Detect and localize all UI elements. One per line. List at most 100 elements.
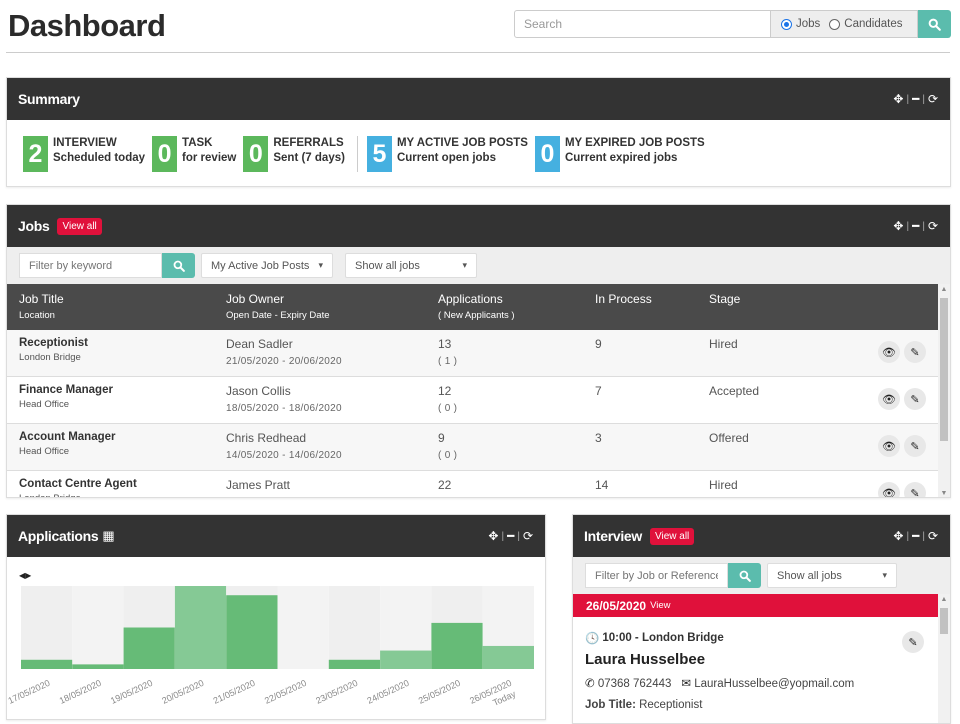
move-icon[interactable]: ✥ [893, 219, 903, 233]
view-button[interactable]: 👁 [878, 388, 900, 410]
header-applications[interactable]: Applications [438, 292, 595, 306]
jobs-view-all-button[interactable]: View all [57, 217, 102, 235]
stat-active-job-posts[interactable]: 5 MY ACTIVE JOB POSTS Current open jobs [366, 136, 528, 172]
table-row[interactable]: Account Manager Head Office Chris Redhead… [7, 424, 938, 471]
calendar-icon[interactable]: ▦ [102, 528, 114, 544]
job-location: London Bridge [19, 352, 81, 363]
table-row[interactable]: Finance Manager Head Office Jason Collis 1… [7, 377, 938, 424]
search-input[interactable] [514, 10, 771, 38]
chart-x-tick-label: 20/05/2020 [160, 678, 205, 706]
view-button[interactable]: 👁 [878, 435, 900, 457]
radio-dot-selected[interactable] [781, 18, 792, 30]
refresh-icon[interactable]: ⟳ [523, 529, 533, 543]
edit-button[interactable]: ✎ [904, 482, 926, 497]
radio-jobs[interactable]: Jobs [781, 18, 820, 30]
chart-bar[interactable] [226, 595, 278, 669]
table-row[interactable]: Receptionist London Bridge Dean Sadler 21/… [7, 330, 938, 377]
chart-x-tick-label: 23/05/2020 [314, 678, 359, 706]
interview-search-button[interactable] [728, 563, 761, 588]
interview-edit-button[interactable]: ✎ [902, 631, 924, 653]
job-stage: Hired [709, 478, 738, 492]
job-dates: 21/05/2020 - 20/06/2020 [226, 356, 342, 367]
summary-title: Summary [18, 91, 80, 107]
candidate-phone[interactable]: 07368 762443 [598, 678, 672, 690]
chart-bar[interactable] [482, 645, 534, 669]
job-title[interactable]: Receptionist [19, 337, 226, 349]
jobs-show-select[interactable]: Show all jobs ▾ [345, 253, 477, 278]
chart-bar[interactable] [21, 659, 73, 669]
job-title[interactable]: Account Manager [19, 431, 226, 443]
chart-x-tick-label: 21/05/2020 [212, 678, 257, 706]
jobs-filter-search-button[interactable] [162, 253, 195, 278]
job-title[interactable]: Finance Manager [19, 384, 226, 396]
eye-icon: 👁 [882, 393, 896, 406]
panel-tools: ✥ | ━ | ⟳ [893, 219, 938, 233]
stat-referrals[interactable]: 0 REFERRALS Sent (7 days) [243, 136, 345, 172]
search-button[interactable] [918, 10, 951, 38]
jobs-title: Jobs [18, 218, 50, 234]
header-job-title[interactable]: Job Title [19, 292, 226, 306]
jobs-table-body: Receptionist London Bridge Dean Sadler 21/… [7, 330, 938, 497]
radio-dot[interactable] [829, 18, 841, 30]
header-job-owner[interactable]: Job Owner [226, 292, 438, 306]
candidate-name[interactable]: Laura Husselbee [585, 651, 926, 668]
jobs-scrollbar[interactable]: ▲ ▼ [938, 284, 950, 497]
refresh-icon[interactable]: ⟳ [928, 92, 938, 106]
scroll-up-arrow[interactable]: ▲ [938, 286, 950, 293]
header-stage[interactable]: Stage [709, 292, 859, 306]
minimize-icon[interactable]: ━ [912, 529, 919, 543]
scroll-up-arrow[interactable]: ▲ [938, 596, 950, 603]
job-owner: Dean Sadler [226, 337, 293, 351]
chart-bar[interactable] [174, 586, 227, 669]
chevron-down-icon: ▾ [462, 260, 467, 270]
chart-bar[interactable] [123, 627, 175, 670]
jobs-header: Jobs View all ✥ | ━ | ⟳ [7, 205, 950, 247]
chart-bar[interactable] [72, 664, 124, 669]
candidate-job-title: Receptionist [639, 699, 703, 711]
stat-label: INTERVIEW [53, 137, 117, 149]
refresh-icon[interactable]: ⟳ [928, 529, 938, 543]
applications-chart: 17/05/2020 18/05/2020 19/05/2020 20/05/2020… [7, 586, 534, 708]
interview-filter-input[interactable] [585, 563, 728, 588]
stat-interview[interactable]: 2 INTERVIEW Scheduled today [23, 136, 145, 172]
move-icon[interactable]: ✥ [893, 92, 903, 106]
edit-button[interactable]: ✎ [904, 341, 926, 363]
header-in-process[interactable]: In Process [595, 292, 709, 306]
chart-column-background [328, 586, 381, 669]
refresh-icon[interactable]: ⟳ [928, 219, 938, 233]
view-button[interactable]: 👁 [878, 482, 900, 497]
stat-label: MY ACTIVE JOB POSTS [396, 137, 528, 149]
scroll-thumb[interactable] [940, 298, 948, 441]
envelope-icon: ✉ [681, 678, 692, 690]
job-title[interactable]: Contact Centre Agent [19, 478, 226, 490]
chart-bar[interactable] [328, 659, 381, 669]
stat-task[interactable]: 0 TASK for review [152, 136, 236, 172]
table-row[interactable]: Contact Centre Agent London Bridge James … [7, 471, 938, 497]
scroll-down-arrow[interactable]: ▼ [938, 490, 950, 497]
chart-bar[interactable] [431, 622, 483, 669]
search-icon [739, 570, 751, 582]
candidate-job-title-row: Job Title: Receptionist [585, 699, 926, 711]
edit-button[interactable]: ✎ [904, 388, 926, 410]
interview-jobs-select[interactable]: Show all jobs ▾ [767, 563, 897, 588]
minimize-icon[interactable]: ━ [912, 219, 919, 233]
interview-time-location: 10:00 - London Bridge [602, 632, 724, 644]
move-icon[interactable]: ✥ [488, 529, 498, 543]
interview-scrollbar[interactable]: ▲ [938, 594, 950, 723]
move-icon[interactable]: ✥ [893, 529, 903, 543]
minimize-icon[interactable]: ━ [507, 529, 514, 543]
candidate-email[interactable]: LauraHusselbee@yopmail.com [694, 678, 854, 690]
minimize-icon[interactable]: ━ [912, 92, 919, 106]
interview-date-view-link[interactable]: View [650, 600, 670, 611]
job-in-process: 14 [595, 478, 609, 492]
stat-sub: Sent (7 days) [273, 152, 345, 164]
jobs-keyword-filter[interactable] [19, 253, 162, 278]
edit-button[interactable]: ✎ [904, 435, 926, 457]
scroll-thumb[interactable] [940, 608, 948, 634]
stat-expired-job-posts[interactable]: 0 MY EXPIRED JOB POSTS Current expired jo… [534, 136, 705, 172]
jobs-posts-select[interactable]: My Active Job Posts ▾ [201, 253, 333, 278]
chart-bar[interactable] [380, 650, 432, 669]
view-button[interactable]: 👁 [878, 341, 900, 363]
interview-view-all-button[interactable]: View all [650, 527, 695, 545]
radio-candidates[interactable]: Candidates [829, 18, 902, 30]
